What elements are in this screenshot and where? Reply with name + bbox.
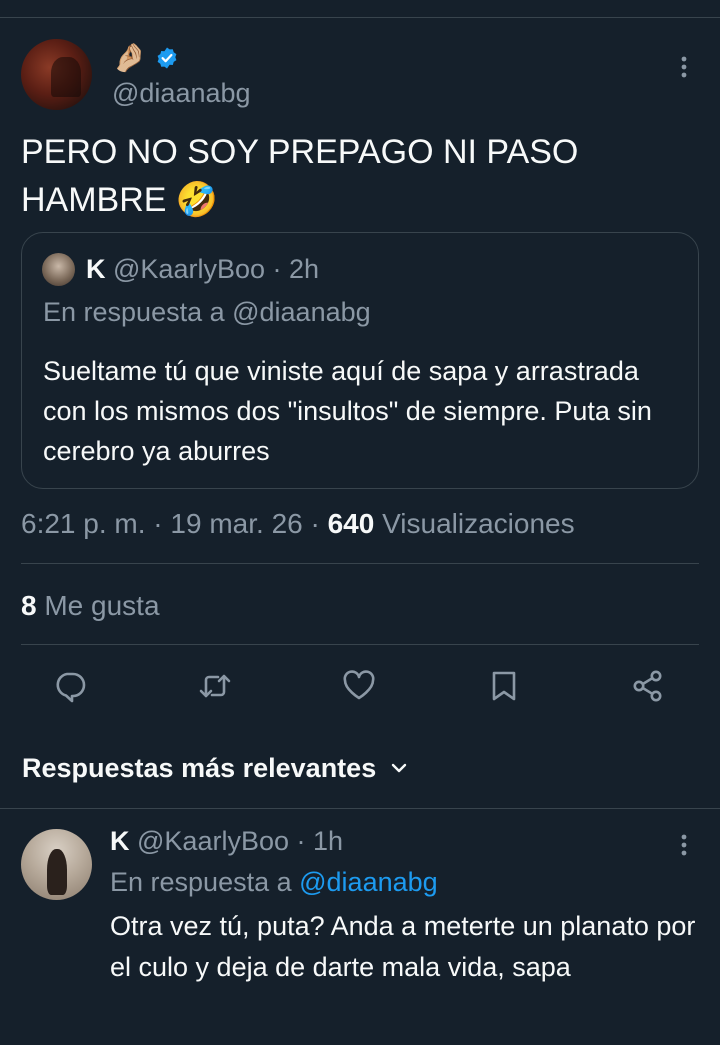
- action-bar: [0, 664, 720, 708]
- reply-text: Otra vez tú, puta? Anda a meterte un pla…: [110, 911, 696, 982]
- likes-count: 8: [21, 590, 37, 621]
- views-label: Visualizaciones: [374, 508, 575, 539]
- reply-context: En respuesta a @diaanabg: [110, 864, 438, 900]
- quote-reply-context: En respuesta a @diaanabg: [43, 297, 371, 327]
- reply-timestamp[interactable]: 1h: [313, 826, 343, 856]
- quote-timestamp: 2h: [289, 254, 320, 284]
- reply-header: K @KaarlyBoo · 1h: [110, 822, 343, 860]
- quote-author-name: K: [86, 254, 106, 284]
- likes-label: Me gusta: [36, 590, 160, 621]
- more-icon[interactable]: [672, 830, 696, 860]
- tweet-detail-page: 🤌🏼 @diaanabg PERO NO SOY PREPAGO NI PASO…: [0, 0, 720, 1045]
- reply-separator: ·: [289, 826, 313, 856]
- reply-mention-link[interactable]: @diaanabg: [299, 867, 438, 897]
- laughing-emoji: 🤣: [175, 181, 219, 219]
- bookmark-icon: [492, 671, 516, 701]
- author-handle[interactable]: @diaanabg: [112, 78, 251, 109]
- share-button[interactable]: [630, 668, 666, 704]
- replies-sort-dropdown[interactable]: Respuestas más relevantes: [22, 750, 410, 786]
- reply-button[interactable]: [52, 668, 88, 704]
- meta-separator: ·: [302, 508, 328, 539]
- meta-separator: ·: [145, 508, 171, 539]
- reply-context-prefix: En respuesta a: [110, 867, 300, 897]
- author-display-name[interactable]: 🤌🏼: [112, 44, 147, 72]
- like-icon: [343, 670, 375, 700]
- tweet-time[interactable]: 6:21 p. m.: [21, 508, 146, 539]
- tweet-text-line-2-text: HAMBRE: [21, 181, 167, 219]
- top-divider: [0, 17, 720, 18]
- reply-author-name[interactable]: K: [110, 826, 130, 856]
- tweet-text-line-2: HAMBRE 🤣: [21, 176, 681, 224]
- reply-icon: [56, 672, 86, 703]
- like-button[interactable]: [341, 668, 377, 704]
- chevron-down-icon: [392, 763, 407, 773]
- tweet-meta: 6:21 p. m. · 19 mar. 26 · 640 Visualizac…: [21, 506, 575, 542]
- quote-author-avatar: [42, 253, 75, 286]
- likes-link[interactable]: 8 Me gusta: [21, 588, 160, 624]
- author-avatar[interactable]: [21, 39, 92, 110]
- tweet-date[interactable]: 19 mar. 26: [170, 508, 302, 539]
- views-count: 640: [327, 508, 375, 539]
- share-icon: [633, 670, 662, 702]
- quote-header: K @KaarlyBoo · 2h: [86, 252, 319, 286]
- more-icon[interactable]: [672, 52, 696, 82]
- divider: [21, 644, 699, 645]
- author-name-row[interactable]: 🤌🏼: [112, 40, 179, 76]
- quote-separator: ·: [265, 254, 289, 284]
- divider: [0, 808, 720, 809]
- bookmark-button[interactable]: [486, 668, 522, 704]
- quote-author-handle: @KaarlyBoo: [113, 254, 265, 284]
- retweet-button[interactable]: [197, 668, 233, 704]
- retweet-icon: [199, 674, 231, 698]
- quote-text: Sueltame tú que viniste aquí de sapa y a…: [43, 356, 652, 466]
- reply-author-avatar[interactable]: [21, 829, 92, 900]
- replies-sort-label: Respuestas más relevantes: [22, 753, 377, 783]
- tweet-text-line-1: PERO NO SOY PREPAGO NI PASO: [21, 133, 579, 171]
- verified-icon: [157, 47, 177, 69]
- reply-author-handle[interactable]: @KaarlyBoo: [137, 826, 289, 856]
- quoted-tweet-card[interactable]: K @KaarlyBoo · 2h En respuesta a @diaana…: [21, 232, 699, 489]
- tweet-text: PERO NO SOY PREPAGO NI PASO HAMBRE 🤣: [21, 128, 681, 224]
- divider: [21, 563, 699, 564]
